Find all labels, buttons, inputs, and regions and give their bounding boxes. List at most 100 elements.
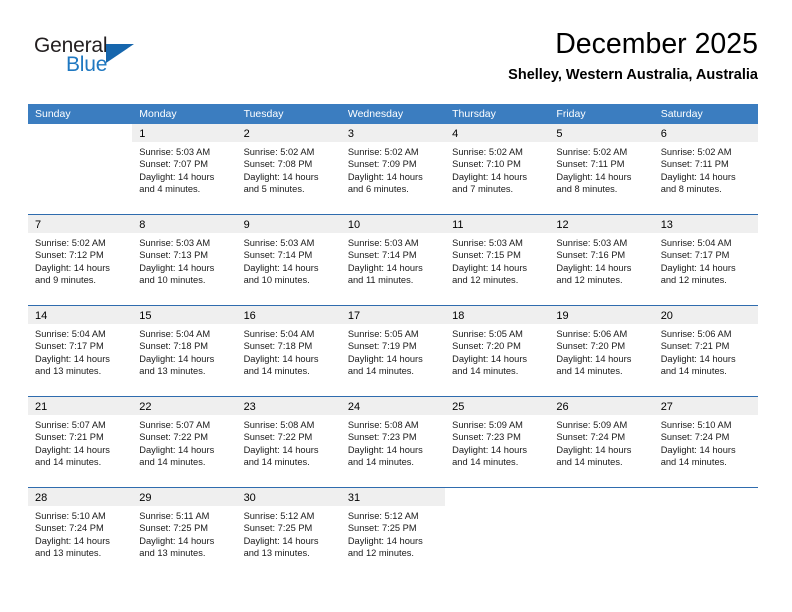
day-details: Sunrise: 5:05 AM Sunset: 7:20 PM Daylight:… [445, 324, 549, 378]
daylight-text-line1: Daylight: 14 hours [660, 262, 736, 273]
daylight-text-line1: Daylight: 14 hours [556, 444, 632, 455]
sunset-text: Sunset: 7:12 PM [35, 250, 104, 261]
calendar-cell-empty [549, 488, 654, 566]
sunrise-text: Sunrise: 5:04 AM [243, 329, 315, 339]
calendar-day-cell[interactable]: 8 Sunrise: 5:03 AM Sunset: 7:13 PM Daylight… [132, 215, 237, 293]
sunset-text: Sunset: 7:10 PM [452, 159, 521, 170]
day-number: 16 [243, 310, 256, 322]
day-details: Sunrise: 5:02 AM Sunset: 7:12 PM Daylight:… [28, 233, 132, 287]
sunrise-text: Sunrise: 5:06 AM [660, 329, 732, 339]
sunrise-text: Sunrise: 5:04 AM [660, 238, 732, 248]
day-number: 7 [35, 219, 42, 231]
sunset-text: Sunset: 7:23 PM [347, 432, 417, 443]
sunset-text: Sunset: 7:16 PM [556, 250, 626, 261]
weekday-header-wednesday: Wednesday [347, 108, 404, 120]
calendar-day-cell[interactable]: 15 Sunrise: 5:04 AM Sunset: 7:18 PM Dayligh… [132, 306, 237, 384]
day-number: 29 [139, 492, 152, 504]
calendar-day-cell[interactable]: 26 Sunrise: 5:09 AM Sunset: 7:24 PM Dayligh… [549, 397, 654, 475]
calendar-day-cell[interactable]: 17 Sunrise: 5:05 AM Sunset: 7:19 PM Dayligh… [340, 306, 446, 384]
daylight-text-line2: and 14 minutes. [347, 457, 414, 468]
day-number: 30 [243, 492, 256, 504]
daylight-text-line2: and 13 minutes. [243, 548, 310, 559]
calendar-day-cell[interactable]: 19 Sunrise: 5:06 AM Sunset: 7:20 PM Dayligh… [549, 306, 654, 384]
day-number: 2 [243, 128, 250, 140]
calendar-day-cell[interactable]: 1 Sunrise: 5:03 AM Sunset: 7:07 PM Daylight… [132, 124, 237, 202]
day-details [549, 506, 653, 510]
calendar-day-cell[interactable]: 10 Sunrise: 5:03 AM Sunset: 7:14 PM Dayligh… [340, 215, 446, 293]
day-number-band: 24 [340, 397, 446, 415]
calendar-day-cell[interactable]: 4 Sunrise: 5:02 AM Sunset: 7:10 PM Daylight… [445, 124, 550, 202]
sunrise-text: Sunrise: 5:08 AM [347, 420, 419, 430]
calendar-day-cell[interactable]: 21 Sunrise: 5:07 AM Sunset: 7:21 PM Dayligh… [28, 397, 133, 475]
day-number-band: 10 [340, 215, 446, 233]
calendar-day-cell[interactable]: 16 Sunrise: 5:04 AM Sunset: 7:18 PM Dayligh… [236, 306, 341, 384]
calendar-day-cell[interactable]: 31 Sunrise: 5:12 AM Sunset: 7:25 PM Dayligh… [340, 488, 446, 566]
day-number: 20 [660, 310, 673, 322]
day-number: 15 [139, 310, 152, 322]
sunrise-text: Sunrise: 5:04 AM [139, 329, 211, 339]
calendar-day-cell[interactable]: 11 Sunrise: 5:03 AM Sunset: 7:15 PM Dayligh… [445, 215, 550, 293]
sunset-text: Sunset: 7:09 PM [347, 159, 417, 170]
daylight-text-line1: Daylight: 14 hours [556, 353, 632, 364]
day-details: Sunrise: 5:02 AM Sunset: 7:11 PM Daylight:… [549, 142, 653, 196]
daylight-text-line2: and 14 minutes. [452, 366, 519, 377]
calendar-day-cell[interactable]: 2 Sunrise: 5:02 AM Sunset: 7:08 PM Daylight… [236, 124, 341, 202]
day-number: 9 [243, 219, 250, 231]
calendar-day-cell[interactable]: 9 Sunrise: 5:03 AM Sunset: 7:14 PM Daylight… [236, 215, 341, 293]
day-number-band: 5 [549, 124, 654, 142]
day-details: Sunrise: 5:10 AM Sunset: 7:24 PM Daylight:… [654, 415, 758, 469]
day-number-band: 3 [340, 124, 446, 142]
daylight-text-line1: Daylight: 14 hours [35, 444, 110, 455]
calendar-day-cell[interactable]: 6 Sunrise: 5:02 AM Sunset: 7:11 PM Daylight… [653, 124, 758, 202]
day-details: Sunrise: 5:06 AM Sunset: 7:20 PM Daylight:… [549, 324, 653, 378]
calendar-day-cell[interactable]: 30 Sunrise: 5:12 AM Sunset: 7:25 PM Dayligh… [236, 488, 341, 566]
sunset-text: Sunset: 7:13 PM [139, 250, 209, 261]
day-number: 6 [660, 128, 667, 140]
calendar-day-cell[interactable]: 25 Sunrise: 5:09 AM Sunset: 7:23 PM Dayligh… [445, 397, 550, 475]
calendar-day-cell[interactable]: 18 Sunrise: 5:05 AM Sunset: 7:20 PM Dayligh… [445, 306, 550, 384]
calendar-week-row: 14 Sunrise: 5:04 AM Sunset: 7:17 PM Dayligh… [28, 305, 758, 384]
day-number-band: 11 [445, 215, 550, 233]
day-details [28, 142, 132, 146]
calendar-day-cell[interactable]: 27 Sunrise: 5:10 AM Sunset: 7:24 PM Dayligh… [653, 397, 758, 475]
sunset-text: Sunset: 7:17 PM [660, 250, 730, 261]
day-number: 26 [556, 401, 569, 413]
calendar-day-cell[interactable]: 7 Sunrise: 5:02 AM Sunset: 7:12 PM Daylight… [28, 215, 133, 293]
calendar-day-cell[interactable]: 5 Sunrise: 5:02 AM Sunset: 7:11 PM Daylight… [549, 124, 654, 202]
day-number-band: 30 [236, 488, 341, 506]
day-details: Sunrise: 5:05 AM Sunset: 7:19 PM Daylight:… [341, 324, 445, 378]
sunset-text: Sunset: 7:25 PM [139, 523, 209, 534]
day-details: Sunrise: 5:07 AM Sunset: 7:21 PM Daylight:… [28, 415, 132, 469]
page-subtitle: Shelley, Western Australia, Australia [508, 67, 758, 83]
calendar-day-cell[interactable]: 13 Sunrise: 5:04 AM Sunset: 7:17 PM Dayligh… [653, 215, 758, 293]
day-number-band: 26 [549, 397, 654, 415]
daylight-text-line2: and 14 minutes. [35, 457, 102, 468]
sunrise-text: Sunrise: 5:03 AM [243, 238, 315, 248]
calendar-week-row: 28 Sunrise: 5:10 AM Sunset: 7:24 PM Dayligh… [28, 487, 758, 566]
calendar-day-cell[interactable]: 28 Sunrise: 5:10 AM Sunset: 7:24 PM Dayligh… [28, 488, 133, 566]
calendar-day-cell[interactable]: 14 Sunrise: 5:04 AM Sunset: 7:17 PM Dayligh… [28, 306, 133, 384]
general-blue-logo[interactable]: General Blue [34, 34, 149, 86]
sunrise-text: Sunrise: 5:10 AM [35, 511, 106, 521]
weekday-header-friday: Friday [556, 108, 586, 120]
calendar-day-cell[interactable]: 29 Sunrise: 5:11 AM Sunset: 7:25 PM Dayligh… [132, 488, 237, 566]
page-header: General Blue December 2025 Shelley, West… [28, 26, 758, 96]
week-spacer [28, 384, 758, 396]
daylight-text-line1: Daylight: 14 hours [139, 262, 215, 273]
calendar-week-row: 1 Sunrise: 5:03 AM Sunset: 7:07 PM Daylight… [28, 124, 758, 202]
daylight-text-line2: and 13 minutes. [35, 548, 102, 559]
calendar-day-cell[interactable]: 20 Sunrise: 5:06 AM Sunset: 7:21 PM Dayligh… [653, 306, 758, 384]
day-details: Sunrise: 5:03 AM Sunset: 7:15 PM Daylight:… [445, 233, 549, 287]
calendar-day-cell[interactable]: 23 Sunrise: 5:08 AM Sunset: 7:22 PM Dayligh… [236, 397, 341, 475]
daylight-text-line1: Daylight: 14 hours [243, 444, 319, 455]
sunrise-text: Sunrise: 5:03 AM [347, 238, 419, 248]
daylight-text-line2: and 14 minutes. [660, 457, 727, 468]
calendar-day-cell[interactable]: 3 Sunrise: 5:02 AM Sunset: 7:09 PM Daylight… [340, 124, 446, 202]
day-details: Sunrise: 5:02 AM Sunset: 7:11 PM Daylight:… [654, 142, 758, 196]
daylight-text-line1: Daylight: 14 hours [556, 171, 632, 182]
calendar-day-cell[interactable]: 22 Sunrise: 5:07 AM Sunset: 7:22 PM Dayligh… [132, 397, 237, 475]
daylight-text-line1: Daylight: 14 hours [139, 171, 215, 182]
calendar-day-cell[interactable]: 24 Sunrise: 5:08 AM Sunset: 7:23 PM Dayligh… [340, 397, 446, 475]
calendar-day-cell[interactable]: 12 Sunrise: 5:03 AM Sunset: 7:16 PM Dayligh… [549, 215, 654, 293]
day-details: Sunrise: 5:04 AM Sunset: 7:18 PM Daylight:… [132, 324, 236, 378]
